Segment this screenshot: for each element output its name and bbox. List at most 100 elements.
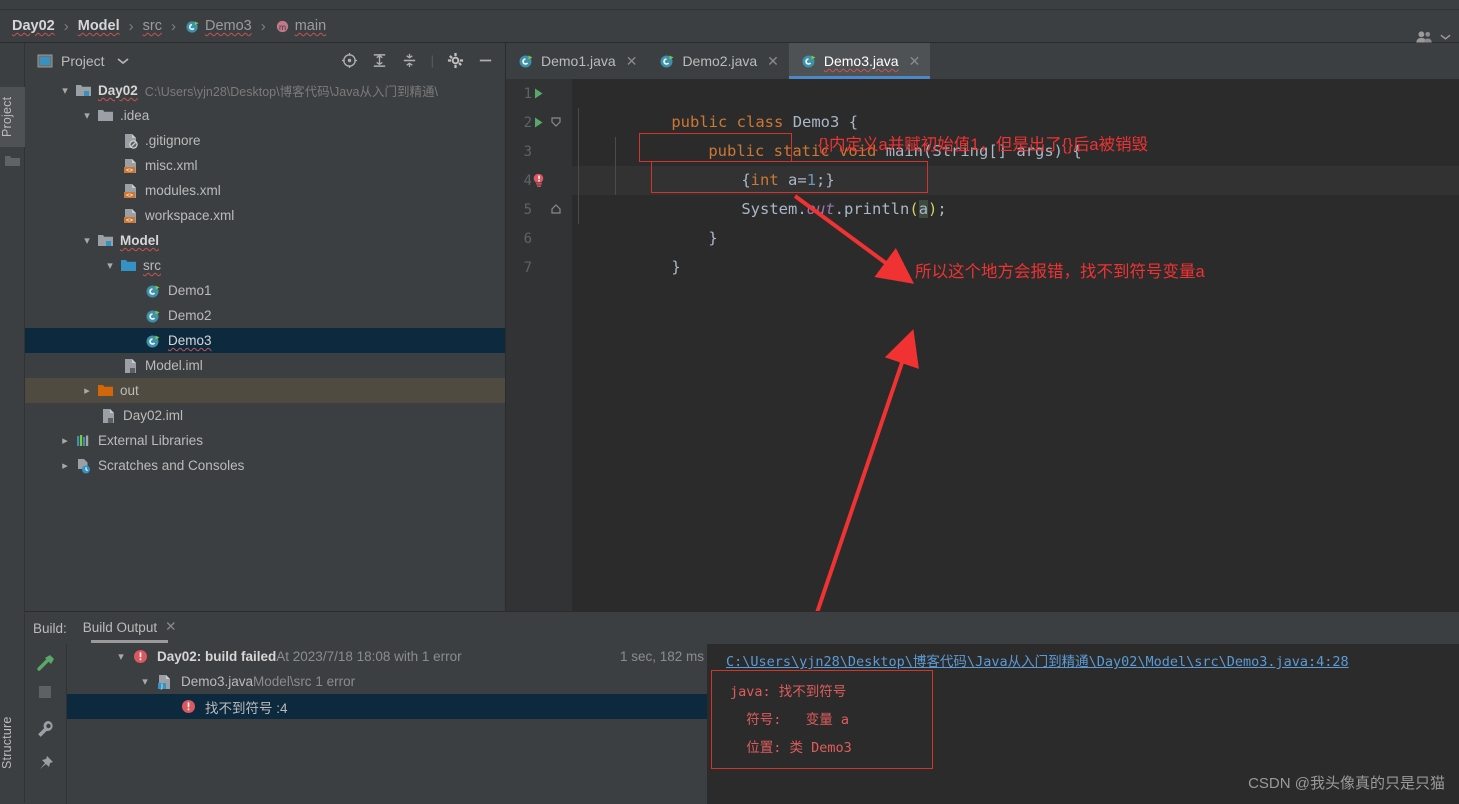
tab-demo1-java[interactable]: Demo1.java ✕ bbox=[506, 43, 647, 79]
tree-row-src[interactable]: ▾ src bbox=[25, 253, 506, 278]
tree-row-day02[interactable]: ▾ Day02 C:\Users\yjn28\Desktop\博客代码\Java… bbox=[25, 78, 506, 103]
build-panel-header: Build: Build Output ✕ bbox=[25, 612, 1459, 644]
code-editor[interactable]: 1 2 3 4 5 6 7 public class Demo3 {publi… bbox=[506, 79, 1459, 611]
build-file-name: Demo3.java bbox=[181, 674, 254, 689]
run-icon[interactable] bbox=[532, 87, 550, 100]
build-duration: 1 sec, 182 ms bbox=[620, 649, 705, 664]
xml-file-icon: <> bbox=[122, 158, 140, 174]
folder-icon[interactable] bbox=[4, 153, 21, 170]
close-icon[interactable]: ✕ bbox=[165, 619, 176, 635]
chevron-right-icon[interactable]: ▸ bbox=[55, 459, 75, 472]
tree-row-scratches-and-consoles[interactable]: ▸ Scratches and Consoles bbox=[25, 453, 506, 478]
chevron-down-icon[interactable]: ▾ bbox=[55, 84, 75, 97]
tree-row-demo3[interactable]: Demo3 bbox=[25, 328, 506, 353]
line-number: 1 bbox=[523, 85, 532, 102]
breadcrumb-item-src[interactable]: src bbox=[141, 10, 164, 43]
line-number: 5 bbox=[523, 201, 532, 218]
chevron-down-icon[interactable]: ▾ bbox=[100, 259, 120, 272]
hide-minus-icon[interactable] bbox=[477, 52, 494, 69]
java-class-icon bbox=[145, 333, 163, 349]
line-number: 7 bbox=[523, 259, 532, 276]
chevron-right-icon[interactable]: ▸ bbox=[55, 434, 75, 447]
project-tree[interactable]: ▾ Day02 C:\Users\yjn28\Desktop\博客代码\Java… bbox=[25, 78, 506, 593]
breadcrumb-item-main[interactable]: m main bbox=[273, 10, 328, 43]
expand-all-icon[interactable] bbox=[371, 52, 388, 69]
breadcrumb-item-model[interactable]: Model bbox=[76, 10, 122, 43]
build-summary-title: Day02: build failed bbox=[157, 649, 277, 664]
project-panel-title: Project bbox=[61, 52, 105, 69]
chevron-down-icon[interactable]: ▾ bbox=[77, 109, 97, 122]
chevron-down-icon bbox=[1440, 33, 1451, 41]
build-row-error[interactable]: 找不到符号 :4 bbox=[67, 694, 707, 719]
java-class-icon bbox=[185, 19, 200, 34]
editor-tab-bar: Demo1.java ✕ Demo2.java ✕ Demo3.java ✕ bbox=[506, 43, 1459, 79]
chevron-right-icon[interactable]: ▸ bbox=[77, 384, 97, 397]
tree-row-gitignore[interactable]: .gitignore bbox=[25, 128, 506, 153]
sidebar-item-structure[interactable]: Structure bbox=[0, 683, 25, 803]
tree-label: Day02 bbox=[98, 83, 138, 98]
breadcrumb-item-demo3[interactable]: Demo3 bbox=[183, 10, 254, 43]
xml-file-icon: <> bbox=[122, 183, 140, 199]
fold-start-icon[interactable] bbox=[550, 116, 568, 129]
annotation-box-build-error bbox=[711, 670, 933, 769]
tree-row-day02-iml[interactable]: Day02.iml bbox=[25, 403, 506, 428]
chevron-down-icon[interactable] bbox=[117, 57, 129, 65]
error-bulb-icon[interactable] bbox=[532, 173, 550, 189]
tree-row-idea[interactable]: ▾ .idea bbox=[25, 103, 506, 128]
tree-label: Demo2 bbox=[168, 308, 212, 323]
editor-gutter[interactable]: 1 2 3 4 5 6 7 bbox=[506, 79, 572, 611]
svg-text:<>: <> bbox=[126, 167, 134, 174]
iml-file-icon bbox=[100, 408, 118, 424]
sidebar-item-project[interactable]: Project bbox=[0, 87, 25, 147]
breadcrumb-label: Model bbox=[77, 18, 120, 34]
build-row-summary[interactable]: ▾ Day02: build failed At 2023/7/18 18:08… bbox=[67, 644, 707, 669]
stop-icon[interactable] bbox=[37, 684, 53, 700]
wrench-icon[interactable] bbox=[35, 719, 55, 739]
module-folder-icon bbox=[75, 83, 93, 99]
breadcrumb-separator: › bbox=[260, 17, 266, 35]
error-file-link[interactable]: C:\Users\yjn28\Desktop\博客代码\Java从入门到精通\D… bbox=[726, 650, 1349, 670]
collapse-all-icon[interactable] bbox=[401, 52, 418, 69]
chevron-down-icon[interactable]: ▾ bbox=[77, 234, 97, 247]
build-error-message: 找不到符号 :4 bbox=[205, 700, 288, 716]
tab-build-output[interactable]: Build Output ✕ bbox=[83, 619, 176, 643]
close-icon[interactable]: ✕ bbox=[767, 53, 779, 70]
close-icon[interactable]: ✕ bbox=[626, 53, 638, 70]
build-output-tree[interactable]: ▾ Day02: build failed At 2023/7/18 18:08… bbox=[67, 644, 707, 804]
tree-row-workspace-xml[interactable]: <> workspace.xml bbox=[25, 203, 506, 228]
build-row-file[interactable]: ▾ J Demo3.java Model\src 1 error bbox=[67, 669, 707, 694]
breadcrumb-item-day02[interactable]: Day02 bbox=[10, 10, 57, 43]
breadcrumb-label: Day02 bbox=[12, 18, 55, 34]
tree-row-demo1[interactable]: Demo1 bbox=[25, 278, 506, 303]
run-icon[interactable] bbox=[532, 116, 550, 129]
close-icon[interactable]: ✕ bbox=[909, 53, 921, 70]
pin-icon[interactable] bbox=[35, 754, 55, 774]
tree-row-out[interactable]: ▸ out bbox=[25, 378, 506, 403]
xml-file-icon: <> bbox=[122, 208, 140, 224]
code-line-5: } bbox=[708, 229, 718, 247]
svg-text:m: m bbox=[279, 22, 286, 31]
tree-row-misc-xml[interactable]: <> misc.xml bbox=[25, 153, 506, 178]
tree-row-modules-xml[interactable]: <> modules.xml bbox=[25, 178, 506, 203]
hammer-icon[interactable] bbox=[35, 652, 57, 674]
tree-row-model[interactable]: ▾ Model bbox=[25, 228, 506, 253]
breadcrumb-separator: › bbox=[128, 17, 134, 35]
code-line-1: public class Demo3 { bbox=[671, 113, 859, 131]
tab-demo2-java[interactable]: Demo2.java ✕ bbox=[647, 43, 788, 79]
tree-row-model-iml[interactable]: Model.iml bbox=[25, 353, 506, 378]
tab-demo3-java[interactable]: Demo3.java ✕ bbox=[788, 43, 931, 79]
chevron-down-icon[interactable]: ▾ bbox=[133, 675, 157, 688]
locate-icon[interactable] bbox=[341, 52, 358, 69]
fold-end-icon[interactable] bbox=[550, 203, 568, 216]
tree-label: src bbox=[143, 258, 161, 273]
settings-gear-icon[interactable] bbox=[447, 52, 464, 69]
annotation-note-1: {}内定义a并赋初始值1，但是出了{}后a被销毁 bbox=[818, 136, 1149, 154]
build-panel-body: ▾ Day02: build failed At 2023/7/18 18:08… bbox=[25, 644, 1459, 804]
java-class-icon bbox=[145, 308, 163, 324]
chevron-down-icon[interactable]: ▾ bbox=[109, 650, 133, 663]
module-folder-icon bbox=[97, 233, 115, 249]
tree-row-external-libraries[interactable]: ▸ External Libraries bbox=[25, 428, 506, 453]
project-panel-header: Project | bbox=[25, 43, 506, 78]
annotation-box-line3 bbox=[639, 133, 792, 162]
tree-row-demo2[interactable]: Demo2 bbox=[25, 303, 506, 328]
